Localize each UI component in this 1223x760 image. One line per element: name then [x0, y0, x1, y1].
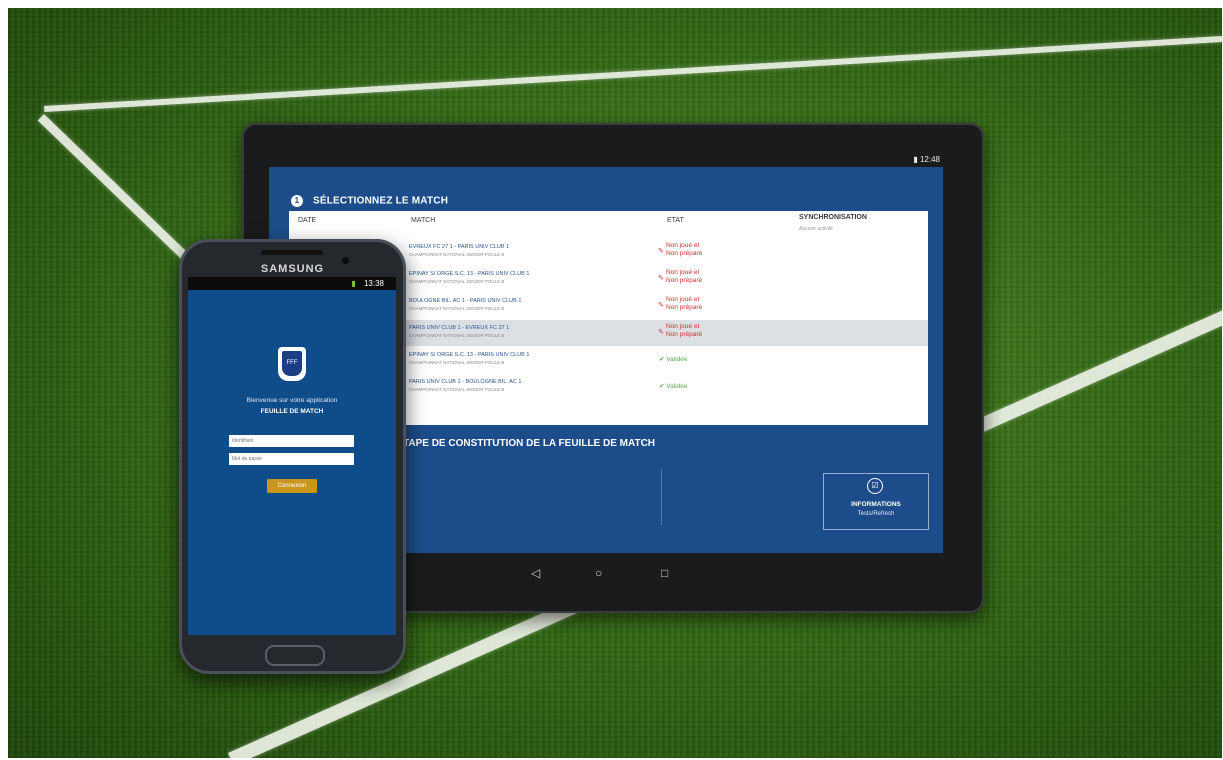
match-status: ✔ Validée — [659, 355, 687, 363]
status-label: Validée — [666, 356, 688, 363]
match-title: EPINAY S/ ORGE S.C. 13 - PARIS UNIV CLUB… — [409, 271, 530, 277]
informations-title: INFORMATIONS — [851, 501, 901, 508]
home-nav-icon[interactable]: ○ — [595, 566, 602, 580]
match-title: EPINAY S/ ORGE S.C. 13 - PARIS UNIV CLUB… — [409, 352, 530, 358]
match-competition: CHAMPIONNAT NATIONAL SENIOR POULE B — [409, 252, 505, 257]
informations-subtitle: Tests/Refresh — [857, 511, 895, 517]
column-header-date: DATE — [298, 217, 317, 224]
informations-button[interactable]: ☑ INFORMATIONS Tests/Refresh — [823, 473, 929, 530]
status-line-1: Non joué et — [666, 323, 700, 330]
phone-brand: SAMSUNG — [260, 263, 325, 275]
status-label: Validée — [666, 383, 688, 390]
match-competition: CHAMPIONNAT NATIONAL SENIOR POULE B — [409, 360, 505, 365]
column-header-sync: SYNCHRONISATION — [799, 214, 867, 221]
pencil-icon: ✎ — [658, 275, 664, 282]
match-status: Non joué et Non préparé — [666, 242, 702, 258]
match-competition: CHAMPIONNAT NATIONAL SENIOR POULE B — [409, 279, 505, 284]
tablet-status-bar: ▮ 12:48 — [913, 155, 940, 164]
match-competition: CHAMPIONNAT NATIONAL SENIOR POULE B — [409, 387, 505, 392]
back-nav-icon[interactable]: ◁ — [531, 566, 540, 580]
match-title: PARIS UNIV CLUB 1 - EVREUX FC 27 1 — [409, 325, 510, 331]
step-1-heading: 1 SÉLECTIONNEZ LE MATCH — [291, 195, 448, 207]
column-header-etat: ETAT — [667, 217, 684, 224]
pitch-line-top — [44, 36, 1222, 112]
phone-home-button[interactable] — [265, 645, 325, 666]
match-title: BOULOGNE BIL. AC 1 - PARIS UNIV CLUB 1 — [409, 298, 522, 304]
app-name: FEUILLE DE MATCH — [260, 408, 324, 415]
match-competition: CHAMPIONNAT NATIONAL SENIOR POULE B — [409, 306, 505, 311]
pencil-icon: ✎ — [658, 248, 664, 255]
step-number: 1 — [291, 195, 303, 207]
phone-device: SAMSUNG ▮ 13:38 FFF Bienvenue sur votre … — [179, 239, 406, 674]
step-1-title: SÉLECTIONNEZ LE MATCH — [313, 195, 449, 207]
recents-nav-icon[interactable]: □ — [661, 566, 668, 580]
phone-status-bar: ▮ 13:38 — [188, 277, 396, 290]
status-line-2: Non préparé — [666, 304, 703, 311]
welcome-text: Bienvenue sur votre application — [246, 397, 338, 404]
section-divider — [661, 469, 662, 525]
password-input[interactable] — [229, 453, 354, 465]
fff-logo: FFF — [278, 347, 306, 381]
status-line-2: Non préparé — [666, 331, 703, 338]
match-status: Non joué et Non préparé — [666, 323, 702, 339]
match-competition: CHAMPIONNAT NATIONAL SENIOR POULE B — [409, 333, 505, 338]
match-status: ✔ Validée — [659, 382, 687, 390]
phone-clock: 13:38 — [363, 279, 384, 288]
phone-speaker — [261, 250, 323, 255]
match-title: PARIS UNIV CLUB 1 - BOULOGNE BIL. AC 1 — [409, 379, 522, 385]
connexion-button[interactable]: Connexion — [267, 479, 317, 493]
checklist-icon: ☑ — [867, 478, 883, 494]
battery-icon: ▮ — [351, 279, 356, 288]
step-2-heading: TAPE DE CONSTITUTION DE LA FEUILLE DE MA… — [403, 438, 656, 449]
pencil-icon: ✎ — [658, 329, 664, 336]
status-line-1: Non joué et — [666, 242, 700, 249]
status-line-1: Non joué et — [666, 296, 700, 303]
sync-status: Aucune activité — [799, 226, 833, 232]
match-title: EVREUX FC 27 1 - PARIS UNIV CLUB 1 — [409, 244, 510, 250]
fff-crest: FFF — [282, 351, 302, 376]
pencil-icon: ✎ — [658, 302, 664, 309]
match-status: Non joué et Non préparé — [666, 269, 702, 285]
match-status: Non joué et Non préparé — [666, 296, 702, 312]
phone-screen: ▮ 13:38 FFF Bienvenue sur votre applicat… — [188, 277, 396, 635]
tablet-clock: 12:48 — [919, 155, 940, 164]
identifier-input[interactable] — [229, 435, 354, 447]
column-header-match: MATCH — [411, 217, 436, 224]
status-line-2: Non préparé — [666, 277, 703, 284]
status-line-1: Non joué et — [666, 269, 700, 276]
status-line-2: Non préparé — [666, 250, 703, 257]
